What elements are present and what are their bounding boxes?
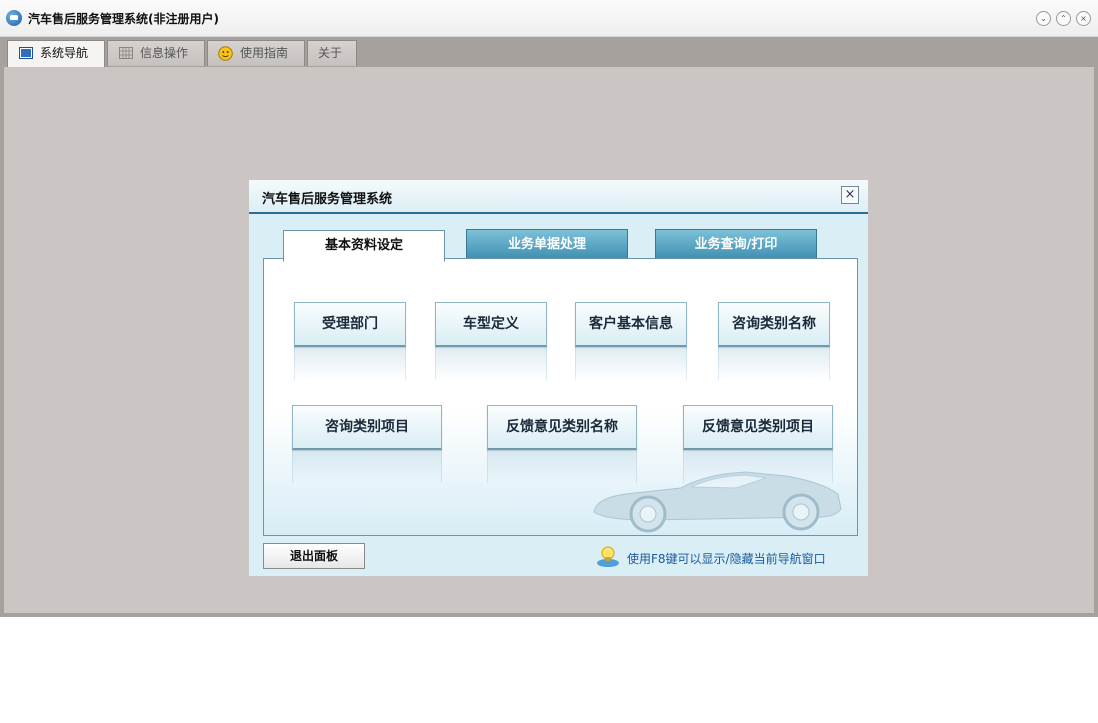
button-reflection [487, 449, 637, 483]
button-reflection [294, 346, 406, 380]
maximize-icon[interactable]: ⌃ [1056, 11, 1071, 26]
feedback-category-item-button[interactable]: 反馈意见类别项目 [683, 405, 833, 450]
lightbulb-icon [597, 546, 619, 567]
dialog-close-icon[interactable]: × [841, 186, 859, 204]
consult-category-item-button[interactable]: 咨询类别项目 [292, 405, 442, 450]
button-reflection [575, 346, 687, 380]
button-reflection [292, 449, 442, 483]
car-model-button[interactable]: 车型定义 [435, 302, 547, 347]
tab-label: 使用指南 [240, 46, 289, 60]
customer-info-button[interactable]: 客户基本信息 [575, 302, 687, 347]
main-tab-strip: 系统导航 信息操作 使用指南 关于 [0, 37, 1098, 68]
close-icon[interactable]: × [1076, 11, 1091, 26]
tab-about[interactable]: 关于 [307, 40, 357, 66]
subtab-panel: 受理部门 车型定义 客户基本信息 咨询类别名称 咨询类别项目 反馈意见类别名称 … [263, 258, 858, 536]
department-button[interactable]: 受理部门 [294, 302, 406, 347]
window-titlebar: 汽车售后服务管理系统(非注册用户) ⌄ ⌃ × [0, 0, 1098, 37]
dialog-title: 汽车售后服务管理系统 [262, 192, 393, 207]
consult-category-name-button[interactable]: 咨询类别名称 [718, 302, 830, 347]
navigation-dialog: 汽车售后服务管理系统 × 基本资料设定 业务单据处理 业务查询/打印 受理部门 … [249, 180, 868, 576]
subtab-business-query-print[interactable]: 业务查询/打印 [655, 229, 817, 260]
tab-info-operations[interactable]: 信息操作 [107, 40, 205, 66]
tab-system-navigation[interactable]: 系统导航 [7, 40, 105, 68]
hint-text: 使用F8键可以显示/隐藏当前导航窗口 [627, 552, 826, 566]
button-reflection [718, 346, 830, 380]
car-app-icon [6, 10, 22, 26]
tab-label: 关于 [318, 46, 343, 60]
button-reflection [435, 346, 547, 380]
minimize-icon[interactable]: ⌄ [1036, 11, 1051, 26]
tab-user-guide[interactable]: 使用指南 [207, 40, 305, 66]
feedback-category-name-button[interactable]: 反馈意见类别名称 [487, 405, 637, 450]
tab-label: 系统导航 [40, 46, 89, 60]
subtab-basic-settings[interactable]: 基本资料设定 [283, 230, 445, 262]
subtab-business-documents[interactable]: 业务单据处理 [466, 229, 628, 260]
dialog-titlebar: 汽车售后服务管理系统 × [249, 180, 868, 214]
monitor-icon [19, 47, 33, 59]
help-face-icon [218, 46, 233, 61]
button-reflection [683, 449, 833, 483]
window-title: 汽车售后服务管理系统(非注册用户) [28, 12, 219, 26]
tab-label: 信息操作 [140, 46, 189, 60]
grid-icon [119, 47, 133, 59]
exit-panel-button[interactable]: 退出面板 [263, 543, 365, 569]
